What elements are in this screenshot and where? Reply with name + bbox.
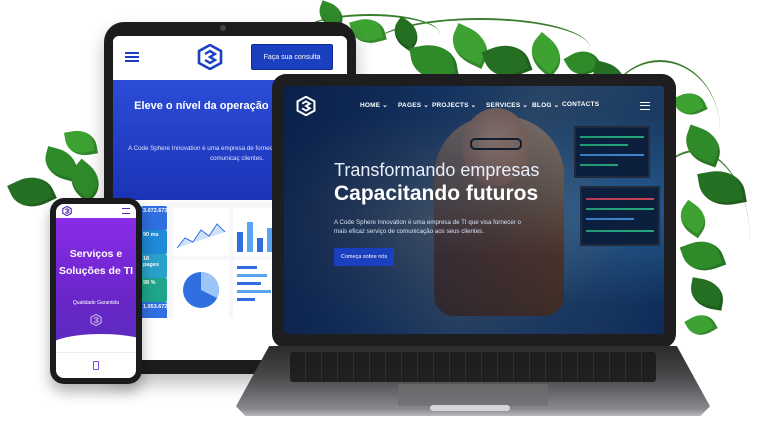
nav-blog[interactable]: BLOG ⌄ [532, 101, 559, 109]
phone-hero-subtitle: Qualidade Garantida [72, 300, 120, 306]
phone-screen: Serviços e Soluções de TI Qualidade Gara… [56, 204, 136, 378]
laptop-trackpad [398, 384, 548, 406]
kpi-column: 3.072.673 90 ms 18 pages 98 % 1.053.672 [139, 204, 169, 326]
kpi-card: 98 % [141, 278, 167, 302]
code-sphere-logo-icon[interactable] [62, 206, 72, 216]
phone-header [56, 204, 136, 218]
phone-hero-title: Serviços e Soluções de TI [58, 248, 134, 277]
phone-hero: Serviços e Soluções de TI Qualidade Gara… [56, 218, 136, 348]
tablet-camera [220, 25, 226, 31]
code-sphere-logo-icon[interactable] [296, 96, 316, 116]
hamburger-menu-icon[interactable] [122, 208, 130, 214]
nav-home[interactable]: HOME ⌄ [360, 101, 388, 109]
phone-icon[interactable] [93, 361, 99, 370]
hamburger-menu-icon[interactable] [125, 52, 139, 62]
nav-contacts[interactable]: CONTACTS [562, 101, 599, 108]
hero-headline-light: Transformando empresas [334, 160, 540, 180]
nav-services[interactable]: SERVICES ⌄ [486, 101, 528, 109]
about-us-button[interactable]: Começa sobre nós [334, 248, 394, 266]
laptop-screen: HOME ⌄ PAGES ⌄ PROJECTS ⌄ SERVICES ⌄ BLO… [284, 86, 664, 334]
hero-headline-bold: Capacitando futuros [334, 182, 539, 205]
laptop-navbar: HOME ⌄ PAGES ⌄ PROJECTS ⌄ SERVICES ⌄ BLO… [284, 86, 664, 126]
kpi-card: 18 pages [141, 254, 167, 278]
phone-bottom-bar [56, 352, 136, 378]
code-sphere-mark-icon [90, 314, 102, 326]
laptop-device: HOME ⌄ PAGES ⌄ PROJECTS ⌄ SERVICES ⌄ BLO… [272, 74, 676, 348]
kpi-card: 3.072.673 [141, 206, 167, 230]
nav-pages[interactable]: PAGES ⌄ [398, 101, 429, 109]
laptop-notch [430, 405, 510, 411]
consultation-button[interactable]: Faça sua consulta [251, 44, 333, 70]
code-sphere-logo-icon[interactable] [197, 44, 223, 70]
device-mockup-scene: Faça sua consulta Eleve o nível da opera… [0, 0, 760, 430]
hero-paragraph: A Code Sphere Innovation é uma empresa d… [334, 219, 521, 235]
kpi-card: 90 ms [141, 230, 167, 254]
hamburger-menu-icon[interactable] [640, 102, 650, 110]
phone-device: Serviços e Soluções de TI Qualidade Gara… [50, 198, 142, 384]
laptop-keyboard [290, 352, 656, 382]
nav-projects[interactable]: PROJECTS ⌄ [432, 101, 476, 109]
